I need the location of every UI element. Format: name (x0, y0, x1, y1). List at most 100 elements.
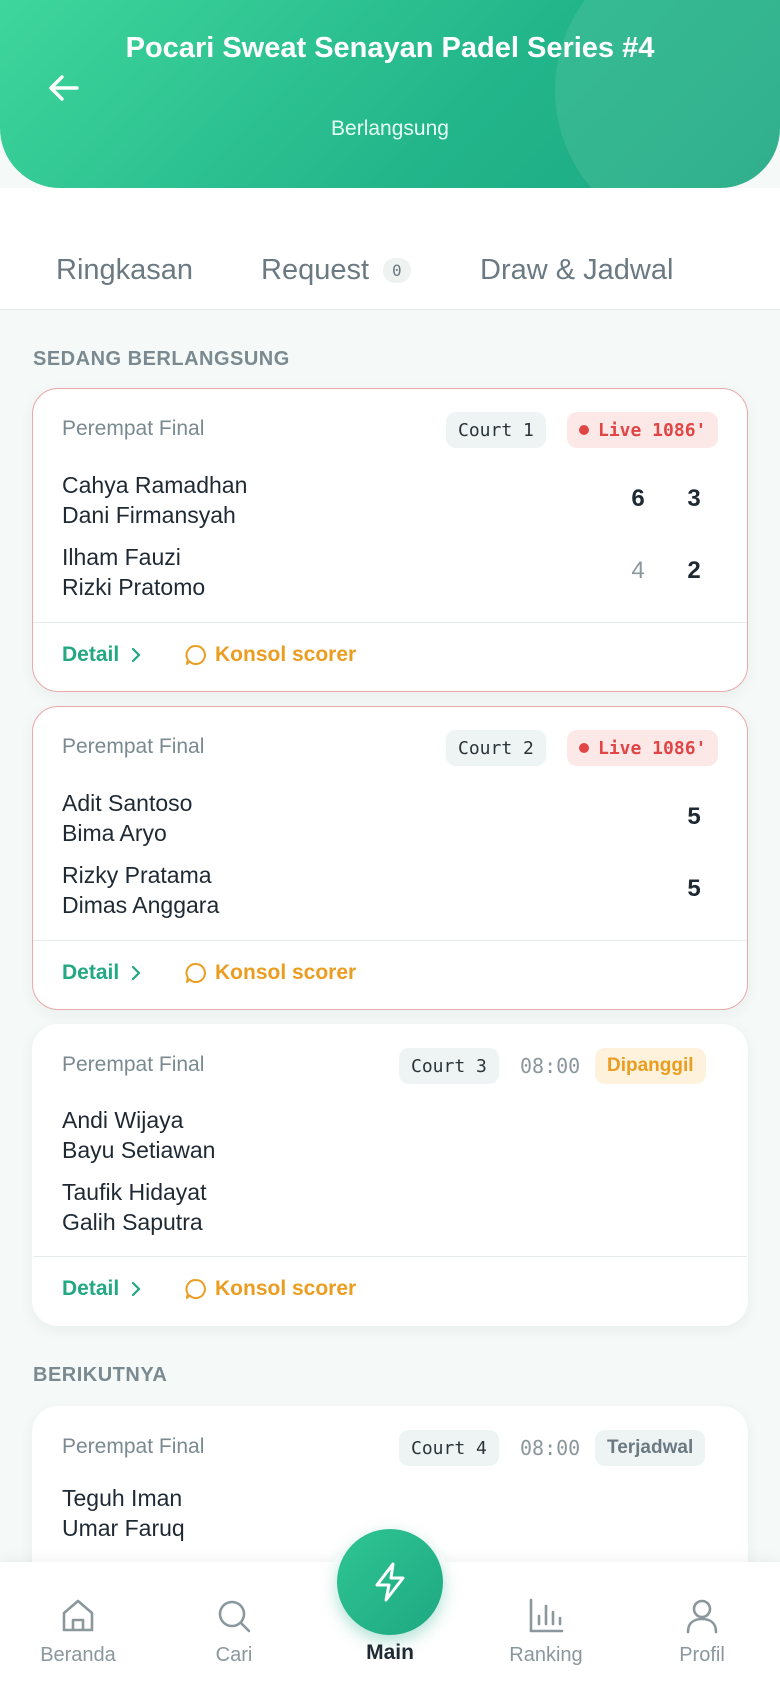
detail-link[interactable]: Detail (62, 643, 141, 667)
player-name: Bima Aryo (62, 820, 167, 846)
match-round: Perempat Final (62, 735, 205, 758)
court-badge: Court 2 (446, 730, 546, 766)
main-action-fab (331, 1523, 449, 1641)
card-divider (33, 1256, 747, 1257)
back-button[interactable] (40, 64, 88, 112)
chat-bubble-icon (185, 645, 206, 665)
team-1: Teguh Iman Umar Faruq (62, 1483, 185, 1543)
set-score: 5 (687, 803, 701, 830)
bar-chart-icon (529, 1598, 564, 1633)
set-score: 5 (687, 875, 701, 902)
nav-label: Profil (679, 1644, 725, 1666)
live-dot-icon (579, 743, 589, 753)
tab-label: Ringkasan (56, 253, 194, 286)
court-badge: Court 3 (399, 1048, 499, 1084)
player-name: Ilham Fauzi (62, 544, 181, 570)
set-score: 3 (687, 485, 701, 512)
player-name: Adit Santoso (62, 790, 193, 816)
tab-ringkasan[interactable]: Ringkasan (56, 248, 193, 292)
set-score: 6 (631, 485, 645, 512)
chat-bubble-icon (185, 1279, 206, 1299)
player-name: Rizki Pratomo (62, 574, 206, 600)
player-name: Andi Wijaya (62, 1107, 184, 1133)
request-count-badge: 0 (383, 257, 411, 283)
nav-main-label[interactable]: Main (325, 1641, 455, 1665)
chat-bubble-icon (185, 963, 206, 983)
team-2: Ilham Fauzi Rizki Pratomo (62, 542, 205, 602)
card-divider (33, 940, 747, 941)
home-icon (62, 1599, 94, 1632)
scorer-label: Konsol scorer (215, 1277, 357, 1300)
match-card[interactable]: Perempat Final Court 1 Live 1086' Cahya … (32, 388, 748, 692)
live-dot-icon (579, 425, 589, 435)
scorer-console-link[interactable]: Konsol scorer (185, 961, 356, 985)
nav-profil[interactable]: Profil (637, 1596, 767, 1667)
player-name: Taufik Hidayat (62, 1179, 207, 1205)
match-card[interactable]: Perempat Final Court 3 08:00 Dipanggil A… (32, 1024, 748, 1326)
set-score: 4 (631, 557, 645, 584)
tab-bar: Ringkasan Request 0 Draw & Jadwal (0, 188, 780, 310)
match-card[interactable]: Perempat Final Court 2 Live 1086' Adit S… (32, 706, 748, 1010)
player-name: Teguh Iman (62, 1485, 183, 1511)
live-badge-label: Live 1086' (598, 419, 707, 441)
chevron-right-icon (132, 1281, 141, 1297)
live-badge: Live 1086' (567, 730, 719, 766)
nav-beranda[interactable]: Beranda (13, 1596, 143, 1667)
chevron-right-icon (132, 965, 141, 981)
status-badge: Dipanggil (595, 1048, 706, 1084)
player-name: Dimas Anggara (62, 892, 220, 918)
scorer-console-link[interactable]: Konsol scorer (185, 643, 356, 667)
user-icon (686, 1599, 718, 1634)
status-badge: Terjadwal (595, 1430, 706, 1466)
player-name: Umar Faruq (62, 1515, 185, 1541)
scorer-label: Konsol scorer (215, 643, 357, 666)
match-round: Perempat Final (62, 417, 205, 440)
player-name: Cahya Ramadhan (62, 472, 248, 498)
nav-label: Beranda (40, 1644, 116, 1666)
app-header: Pocari Sweat Senayan Padel Series #4 Ber… (0, 0, 780, 188)
tournament-title: Pocari Sweat Senayan Padel Series #4 (125, 32, 655, 64)
card-divider (33, 622, 747, 623)
tab-request[interactable]: Request 0 (261, 248, 411, 292)
player-name: Rizky Pratama (62, 862, 212, 888)
nav-label: Ranking (509, 1644, 583, 1666)
set-score: 2 (687, 557, 701, 584)
detail-link[interactable]: Detail (62, 961, 141, 985)
team-1: Cahya Ramadhan Dani Firmansyah (62, 470, 247, 530)
tab-label: Draw & Jadwal (480, 253, 674, 286)
court-badge: Court 4 (399, 1430, 499, 1466)
scorer-console-link[interactable]: Konsol scorer (185, 1277, 356, 1301)
nav-label: Cari (215, 1644, 253, 1666)
lightning-icon (375, 1562, 405, 1602)
detail-link[interactable]: Detail (62, 1277, 141, 1301)
detail-label: Detail (62, 643, 120, 666)
scorer-label: Konsol scorer (215, 961, 357, 984)
match-time: 08:00 (520, 1436, 581, 1460)
tab-draw-jadwal[interactable]: Draw & Jadwal (480, 248, 673, 292)
match-round: Perempat Final (62, 1053, 205, 1076)
chevron-right-icon (132, 647, 141, 663)
team-1: Andi Wijaya Bayu Setiawan (62, 1105, 215, 1165)
match-round: Perempat Final (62, 1435, 205, 1458)
team-2: Rizky Pratama Dimas Anggara (62, 860, 219, 920)
court-badge: Court 1 (446, 412, 546, 448)
live-badge-label: Live 1086' (598, 737, 707, 759)
live-badge: Live 1086' (567, 412, 719, 448)
detail-label: Detail (62, 961, 120, 984)
detail-label: Detail (62, 1277, 120, 1300)
player-name: Bayu Setiawan (62, 1137, 216, 1163)
player-name: Galih Saputra (62, 1209, 203, 1235)
main-button[interactable] (337, 1529, 443, 1635)
tournament-status: Berlangsung (331, 117, 449, 140)
team-2: Taufik Hidayat Galih Saputra (62, 1177, 206, 1237)
nav-ranking[interactable]: Ranking (481, 1596, 611, 1667)
search-icon (218, 1600, 251, 1633)
match-time: 08:00 (520, 1054, 581, 1078)
team-1: Adit Santoso Bima Aryo (62, 788, 192, 848)
section-next-label: BERIKUTNYA (33, 1364, 168, 1386)
tab-label: Request (261, 253, 370, 286)
nav-cari[interactable]: Cari (169, 1596, 299, 1667)
arrow-left-icon (49, 75, 79, 101)
section-ongoing-label: SEDANG BERLANGSUNG (33, 348, 290, 370)
player-name: Dani Firmansyah (62, 502, 236, 528)
